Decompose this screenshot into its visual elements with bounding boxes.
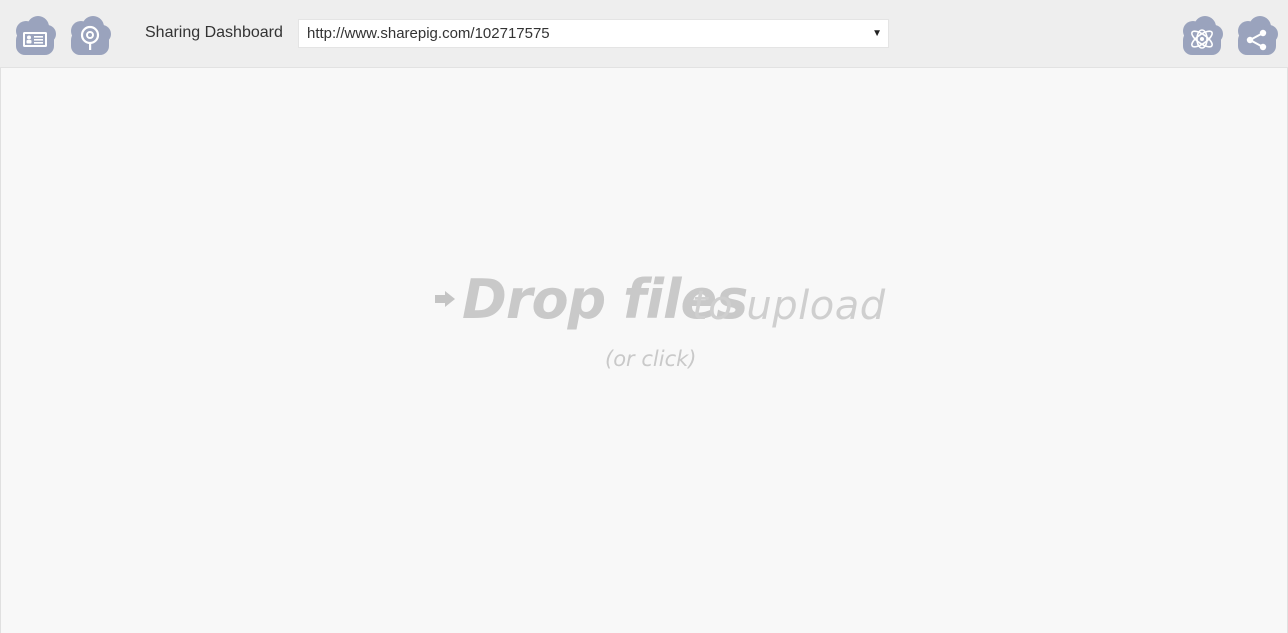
id-card-icon [16, 16, 56, 55]
share-icon [1238, 16, 1278, 55]
file-dropzone[interactable]: Drop files to upload (or click) [0, 68, 1288, 633]
share-url-select[interactable]: http://www.sharepig.com/102717575 ▼ [298, 19, 889, 48]
or-click-label: (or click) [605, 347, 697, 371]
share-button[interactable] [1236, 15, 1278, 57]
atom-icon [1183, 16, 1223, 55]
location-pin-icon [71, 16, 111, 55]
network-button[interactable] [1181, 15, 1223, 57]
share-url-value: http://www.sharepig.com/102717575 [307, 25, 550, 42]
arrow-right-icon [435, 291, 455, 307]
profile-card-button[interactable] [14, 15, 56, 57]
sharing-app: Sharing Dashboard http://www.sharepig.co… [0, 0, 1288, 633]
dropdown-arrow-icon: ▼ [872, 28, 882, 39]
to-upload-label: to upload [692, 283, 886, 329]
top-bar: Sharing Dashboard http://www.sharepig.co… [0, 0, 1288, 68]
dashboard-title: Sharing Dashboard [145, 24, 283, 41]
location-button[interactable] [69, 15, 111, 57]
